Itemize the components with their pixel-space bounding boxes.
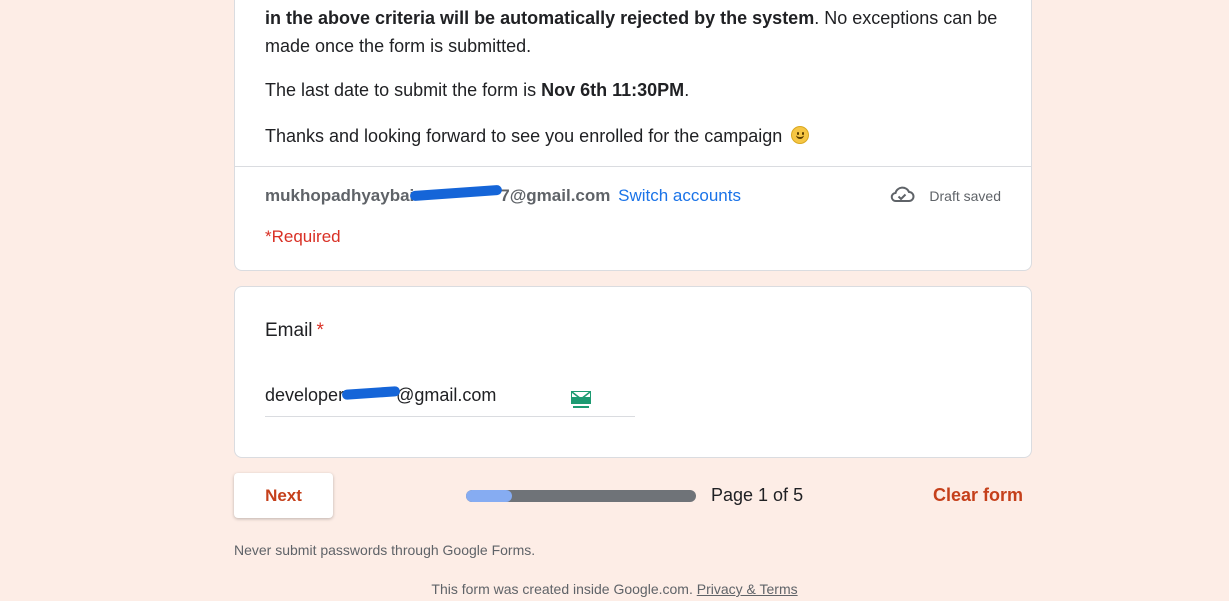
page-indicator: Page 1 of 5	[711, 485, 804, 505]
draft-status-label: Draft saved	[929, 187, 1001, 204]
clear-form-button[interactable]: Clear form	[933, 485, 1023, 506]
email-value-suffix: @gmail.com	[396, 385, 497, 405]
account-row: mukhopadhyaybai 7@gmail.com Switch accoun…	[265, 184, 741, 208]
account-email-prefix: mukhopadhyaybai	[265, 186, 415, 205]
deadline-prefix: The last date to submit the form is	[265, 80, 542, 100]
email-question-label: Email *	[265, 320, 324, 342]
email-question-card: Email * developer @gmail.com	[234, 286, 1032, 458]
thanks-paragraph: Thanks and looking forward to see you en…	[265, 122, 1001, 150]
progress-fill	[466, 490, 512, 502]
mail-extension-icon[interactable]	[571, 391, 591, 409]
email-label-text: Email	[265, 320, 313, 341]
account-email: mukhopadhyaybai 7@gmail.com	[265, 184, 611, 205]
form-description-card: in the above criteria will be automatica…	[234, 0, 1032, 271]
redaction-scribble	[341, 385, 401, 401]
footer-created-text: This form was created inside Google.com.	[431, 581, 697, 597]
divider	[235, 166, 1031, 167]
privacy-terms-link[interactable]: Privacy & Terms	[697, 581, 798, 597]
thanks-text: Thanks and looking forward to see you en…	[265, 126, 788, 146]
required-star: *	[316, 320, 324, 341]
required-note: *Required	[265, 227, 341, 246]
email-value-prefix: developer	[265, 385, 345, 405]
next-button[interactable]: Next	[234, 473, 333, 518]
switch-accounts-link[interactable]: Switch accounts	[618, 186, 741, 205]
deadline-suffix: .	[684, 80, 690, 100]
deadline-date: Nov 6th 11:30PM	[541, 80, 685, 100]
progress-bar	[466, 490, 696, 502]
cloud-check-icon	[889, 185, 915, 206]
account-email-suffix: 7@gmail.com	[500, 186, 611, 205]
description-bold-text: in the above criteria will be automatica…	[265, 8, 815, 28]
smiley-emoji-icon	[791, 126, 810, 144]
redaction-scribble	[410, 184, 503, 202]
deadline-paragraph: The last date to submit the form is Nov …	[265, 76, 1001, 104]
footer: This form was created inside Google.com.…	[0, 581, 1229, 597]
description-paragraph: in the above criteria will be automatica…	[265, 4, 1001, 60]
draft-status: Draft saved	[889, 185, 1001, 206]
password-warning: Never submit passwords through Google Fo…	[234, 542, 536, 558]
